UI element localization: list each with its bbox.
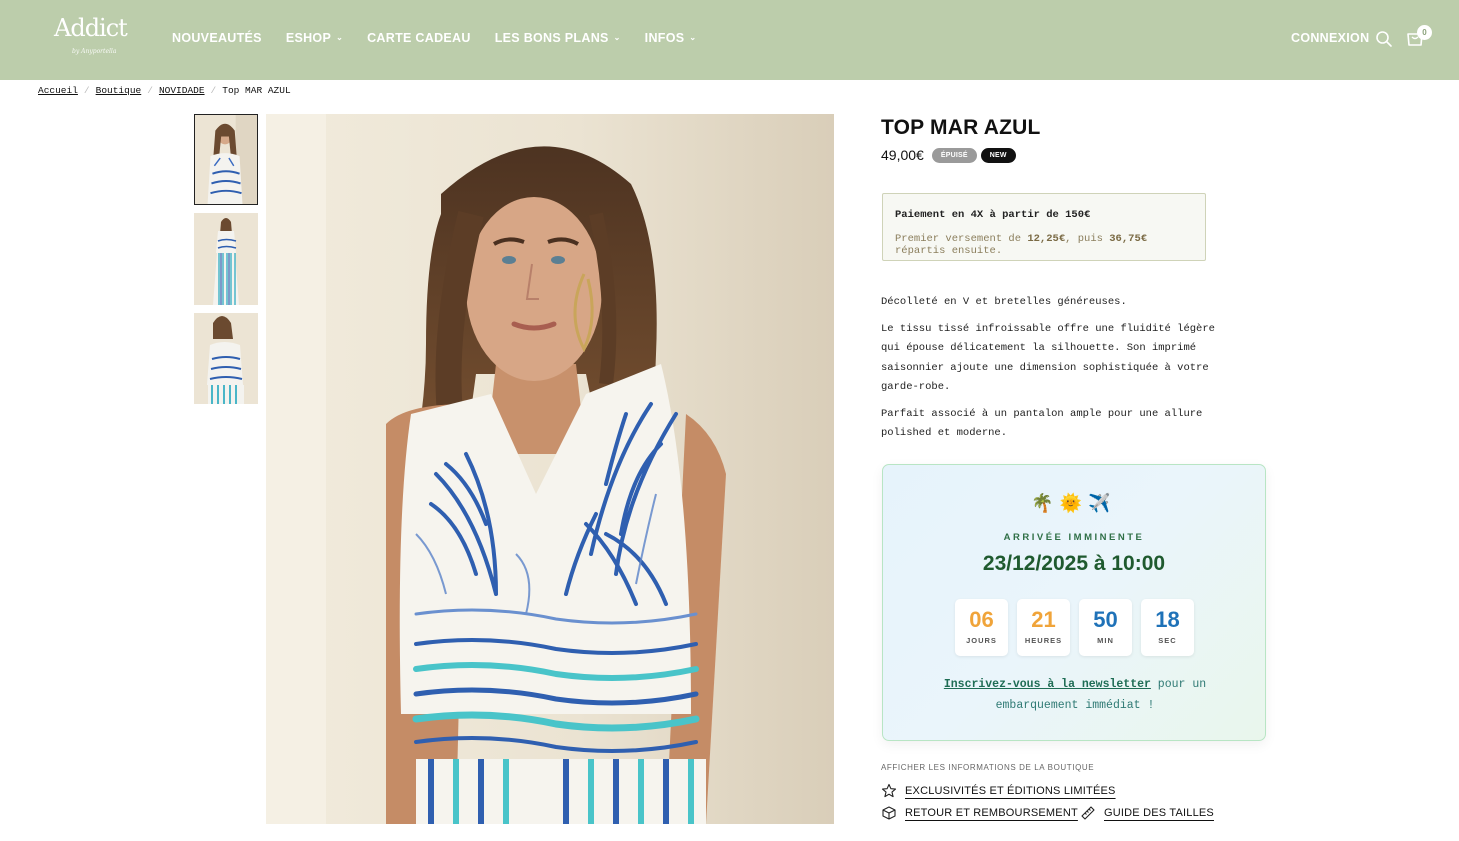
chevron-down-icon: ⌄ bbox=[336, 32, 344, 42]
chevron-down-icon: ⌄ bbox=[613, 32, 621, 42]
countdown-value: 06 bbox=[969, 607, 994, 632]
nav-label: CARTE CADEAU bbox=[367, 31, 471, 45]
installment-text: répartis ensuite. bbox=[895, 245, 1003, 257]
link-label: RETOUR ET REMBOURSEMENT bbox=[905, 807, 1078, 819]
cart-count-badge: 0 bbox=[1417, 25, 1432, 40]
countdown-value: 18 bbox=[1155, 607, 1180, 632]
product-main-image[interactable] bbox=[266, 114, 834, 824]
nav-item-bons-plans[interactable]: LES BONS PLANS ⌄ bbox=[495, 31, 621, 45]
nav-label: LES BONS PLANS bbox=[494, 31, 609, 45]
link-label: EXCLUSIVITÉS ET ÉDITIONS LIMITÉES bbox=[905, 785, 1116, 797]
countdown-heading: ARRIVÉE IMMINENTE bbox=[1003, 532, 1145, 543]
installment-text: , puis bbox=[1065, 233, 1110, 245]
return-refund-link[interactable]: RETOUR ET REMBOURSEMENT bbox=[881, 805, 1078, 821]
nav-label: INFOS bbox=[644, 31, 685, 45]
breadcrumb-link-accueil[interactable]: Accueil bbox=[38, 85, 78, 96]
countdown-seconds: 18 SEC bbox=[1141, 599, 1194, 656]
logo-subtext: by Anyportella bbox=[72, 48, 117, 55]
new-badge: NEW bbox=[980, 147, 1016, 163]
product-price: 49,00€ bbox=[881, 147, 924, 163]
countdown-label: SEC bbox=[1158, 636, 1177, 645]
breadcrumb-link-boutique[interactable]: Boutique bbox=[96, 85, 142, 96]
countdown-label: MIN bbox=[1097, 636, 1114, 645]
countdown-label: HEURES bbox=[1024, 636, 1063, 645]
exclusives-link[interactable]: EXCLUSIVITÉS ET ÉDITIONS LIMITÉES bbox=[881, 783, 1116, 799]
arrival-date: 23/12/2025 à 10:00 bbox=[982, 552, 1166, 575]
sold-out-badge: ÉPUISÉ bbox=[931, 147, 977, 163]
nav-label: ESHOP bbox=[285, 31, 332, 45]
size-guide-link[interactable]: GUIDE DES TAILLES bbox=[1080, 805, 1214, 821]
breadcrumb-separator: / bbox=[210, 85, 217, 96]
login-link[interactable]: CONNEXION bbox=[1291, 31, 1369, 45]
logo-wordmark: Addict bbox=[54, 14, 128, 42]
breadcrumb-link-novidade[interactable]: NOVIDADE bbox=[159, 85, 205, 96]
installment-first-amount: 12,25€ bbox=[1027, 233, 1066, 245]
nav-item-carte-cadeau[interactable]: CARTE CADEAU bbox=[367, 31, 471, 45]
chevron-down-icon: ⌄ bbox=[689, 32, 697, 42]
product-thumbnail-1[interactable] bbox=[194, 114, 258, 205]
link-label: GUIDE DES TAILLES bbox=[1104, 807, 1214, 819]
main-nav: NOUVEAUTÉS ESHOP ⌄ CARTE CADEAU LES BONS … bbox=[172, 31, 720, 45]
ruler-icon bbox=[1081, 806, 1095, 820]
countdown-timer: 06 JOURS 21 HEURES 50 MIN 18 SEC bbox=[955, 599, 1194, 656]
arrival-countdown-card: 🌴🌞✈️ ARRIVÉE IMMINENTE 23/12/2025 à 10:0… bbox=[882, 464, 1266, 741]
product-thumbnail-2[interactable] bbox=[194, 213, 258, 305]
nav-item-eshop[interactable]: ESHOP ⌄ bbox=[286, 31, 343, 45]
box-icon bbox=[882, 806, 896, 820]
installment-rest-amount: 36,75€ bbox=[1109, 233, 1148, 245]
product-thumbnail-3[interactable] bbox=[194, 313, 258, 404]
description-paragraph: Parfait associé à un pantalon ample pour… bbox=[881, 407, 1203, 440]
product-description: Décolleté en V et bretelles généreuses. … bbox=[881, 293, 1231, 451]
countdown-value: 50 bbox=[1093, 607, 1118, 632]
search-icon[interactable] bbox=[1375, 30, 1393, 48]
countdown-hours: 21 HEURES bbox=[1017, 599, 1070, 656]
nav-item-nouveautes[interactable]: NOUVEAUTÉS bbox=[172, 31, 262, 45]
installment-text: Premier versement de bbox=[895, 233, 1028, 245]
travel-emojis: 🌴🌞✈️ bbox=[1031, 493, 1117, 514]
installment-title: Paiement en 4X à partir de 150€ bbox=[895, 209, 1091, 221]
newsletter-link[interactable]: Inscrivez-vous à la newsletter bbox=[944, 678, 1151, 691]
description-paragraph: Décolleté en V et bretelles généreuses. bbox=[881, 296, 1127, 308]
price-row: 49,00€ ÉPUISÉ NEW bbox=[881, 147, 1020, 163]
breadcrumb-separator: / bbox=[147, 85, 153, 96]
brand-logo[interactable]: Addict by Anyportella bbox=[54, 14, 128, 62]
breadcrumb: Accueil / Boutique / NOVIDADE / Top MAR … bbox=[38, 85, 291, 96]
countdown-minutes: 50 MIN bbox=[1079, 599, 1132, 656]
star-icon bbox=[881, 783, 897, 798]
countdown-label: JOURS bbox=[966, 636, 997, 645]
product-title: TOP MAR AZUL bbox=[881, 116, 1041, 139]
nav-item-infos[interactable]: INFOS ⌄ bbox=[645, 31, 697, 45]
breadcrumb-separator: / bbox=[83, 85, 90, 96]
installment-details: Premier versement de 12,25€, puis 36,75€… bbox=[895, 233, 1193, 257]
description-paragraph: Le tissu tissé infroissable offre une fl… bbox=[881, 322, 1215, 394]
countdown-days: 06 JOURS bbox=[955, 599, 1008, 656]
newsletter-cta: Inscrivez-vous à la newsletter pour un e… bbox=[913, 675, 1237, 716]
shop-info-toggle[interactable]: AFFICHER LES INFORMATIONS DE LA BOUTIQUE bbox=[881, 763, 1094, 772]
countdown-value: 21 bbox=[1031, 607, 1056, 632]
installment-info-box: Paiement en 4X à partir de 150€ Premier … bbox=[882, 193, 1206, 261]
site-header: Addict by Anyportella NOUVEAUTÉS ESHOP ⌄ … bbox=[0, 0, 1459, 80]
breadcrumb-current: Top MAR AZUL bbox=[222, 85, 291, 96]
nav-label: NOUVEAUTÉS bbox=[172, 31, 262, 45]
